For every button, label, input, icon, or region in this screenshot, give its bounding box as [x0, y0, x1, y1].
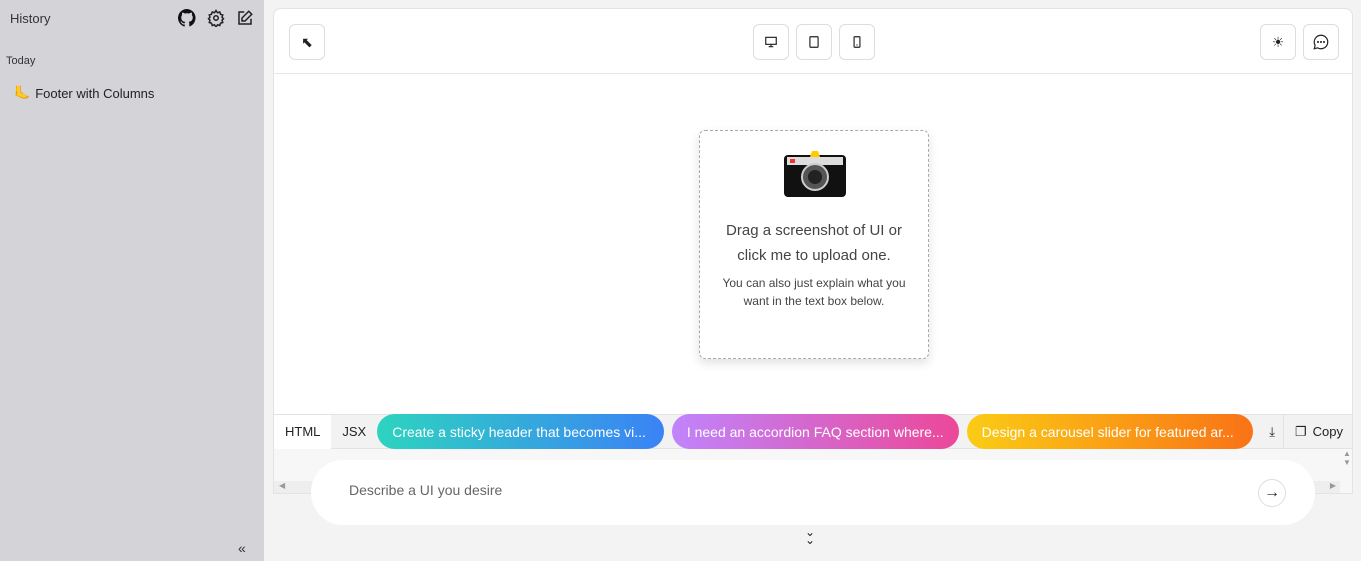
collapse-sidebar-button[interactable]: «	[238, 540, 246, 556]
suggestion-chip[interactable]: I need an accordion FAQ section where...	[671, 414, 959, 449]
suggestion-chip[interactable]: Design a carousel slider for featured ar…	[966, 414, 1254, 449]
prompt-box: →	[311, 460, 1315, 525]
foot-icon: 🦶	[14, 85, 31, 100]
sidebar-title: History	[10, 11, 51, 26]
upload-dropzone[interactable]: Drag a screenshot of UI or click me to u…	[699, 130, 929, 359]
tab-jsx[interactable]: JSX	[331, 415, 377, 449]
preview-panel: ⬉ ☀ Drag a screenshot of UI or click me …	[273, 8, 1353, 494]
tab-html[interactable]: HTML	[274, 414, 332, 449]
send-arrow-icon[interactable]: →	[1258, 479, 1286, 507]
edit-icon[interactable]	[236, 9, 254, 27]
history-item-label: Footer with Columns	[35, 85, 155, 101]
prompt-input[interactable]	[349, 482, 1229, 498]
sidebar: History Today 🦶 Footer with Columns «	[0, 0, 264, 561]
copy-button[interactable]: ❐ Copy	[1282, 414, 1352, 449]
chat-icon[interactable]	[1303, 24, 1339, 60]
toolbar: ⬉ ☀	[274, 9, 1352, 74]
vertical-scrollbar[interactable]: ▲ ▼	[1340, 449, 1352, 479]
gear-icon[interactable]	[207, 9, 225, 27]
section-today: Today	[6, 55, 36, 67]
chevrons-down-icon[interactable]: ⌄ ⌄	[805, 526, 815, 546]
mobile-icon[interactable]	[839, 24, 875, 60]
upload-subtext: You can also just explain what you want …	[722, 276, 906, 308]
sun-icon[interactable]: ☀	[1260, 24, 1296, 60]
suggestion-chip[interactable]: Create a sticky header that becomes vi..…	[377, 414, 664, 449]
code-tabs-bar: HTML JSX Create a sticky header that bec…	[274, 414, 1352, 449]
tablet-icon[interactable]	[796, 24, 832, 60]
copy-label: Copy	[1312, 424, 1343, 439]
copy-icon: ❐	[1294, 423, 1307, 439]
download-icon[interactable]: ⤓	[1261, 415, 1283, 449]
history-item[interactable]: 🦶 Footer with Columns	[14, 85, 154, 101]
select-cursor-icon[interactable]: ⬉	[289, 24, 325, 60]
desktop-icon[interactable]	[753, 24, 789, 60]
github-icon[interactable]	[178, 9, 196, 27]
camera-icon	[784, 151, 846, 202]
upload-heading: Drag a screenshot of UI or click me to u…	[726, 222, 902, 264]
